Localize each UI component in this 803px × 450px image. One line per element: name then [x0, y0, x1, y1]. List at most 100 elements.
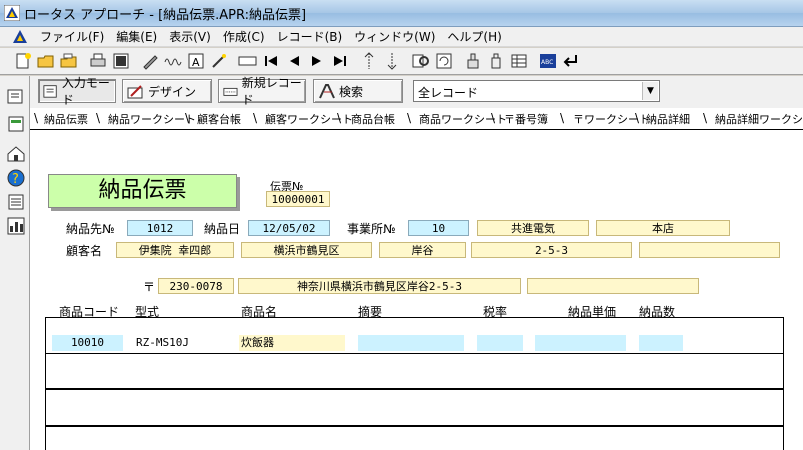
pen-icon[interactable] [139, 50, 161, 72]
tax-cell[interactable] [477, 335, 523, 351]
text-icon[interactable]: A [185, 50, 207, 72]
slip-no-field[interactable]: 10000001 [266, 191, 330, 207]
svg-text:ABC: ABC [541, 59, 553, 66]
sort-desc-icon[interactable] [381, 50, 403, 72]
report-view-icon[interactable] [6, 114, 26, 134]
table-row[interactable] [46, 391, 783, 427]
delivery-no-label: 納品先№ [66, 222, 115, 236]
preview-icon[interactable] [110, 50, 132, 72]
input-mode-icon [43, 85, 57, 98]
office-no-label: 事業所№ [347, 222, 396, 236]
tab-delivery-detail[interactable]: 納品詳細 [646, 111, 690, 127]
enter-icon[interactable] [560, 50, 582, 72]
view-select[interactable]: 全レコード ▼ [413, 80, 660, 102]
new-file-icon[interactable] [12, 50, 34, 72]
product-name-cell[interactable]: 炊飯器 [239, 335, 345, 351]
tab-delivery-worksheet[interactable]: 納品ワークシート [108, 111, 196, 127]
tab-customer-ledger[interactable]: 顧客台帳 [197, 111, 241, 127]
office-no-field[interactable]: 10 [408, 220, 469, 236]
customer-city-field[interactable]: 横浜市鶴見区 [241, 242, 372, 258]
customer-area-field[interactable]: 岸谷 [379, 242, 466, 258]
design-label: デザイン [148, 84, 197, 99]
bottle-icon[interactable] [485, 50, 507, 72]
title-bar: ロータス アプローチ - [納品伝票.APR:納品伝票] [0, 0, 803, 27]
next-record-icon[interactable] [306, 50, 328, 72]
find-icon[interactable] [410, 50, 432, 72]
quantity-cell[interactable] [639, 335, 683, 351]
tab-delivery-detail-worksheet[interactable]: 納品詳細ワークシート [715, 111, 803, 127]
new-record-button[interactable]: 新規レコード [218, 76, 306, 107]
table-row: 10010 RZ-MS10J 炊飯器 [46, 318, 783, 354]
design-button[interactable]: デザイン [122, 79, 212, 103]
wave-icon[interactable] [162, 50, 184, 72]
print-icon[interactable] [87, 50, 109, 72]
help-icon[interactable]: ? [6, 168, 26, 188]
customer-name-field[interactable]: 伊集院 幸四郎 [116, 242, 234, 258]
search-button[interactable]: 検索 [313, 79, 403, 103]
branch-field[interactable]: 本店 [596, 220, 730, 236]
menu-file[interactable]: ファイル(F) [34, 28, 110, 45]
input-mode-button[interactable]: 入力モード [38, 76, 116, 107]
menu-bar: ファイル(F) 編集(E) 表示(V) 作成(C) レコード(B) ウィンドウ(… [0, 27, 803, 47]
svg-text:A: A [192, 56, 200, 69]
note-cell[interactable] [358, 335, 464, 351]
address-field[interactable]: 神奈川県横浜市鶴見区岸谷2-5-3 [238, 278, 521, 294]
tab-delivery-slip[interactable]: 納品伝票 [44, 111, 88, 127]
menu-window[interactable]: ウィンドウ(W) [348, 28, 441, 45]
stamp-icon[interactable] [462, 50, 484, 72]
search-label: 検索 [339, 84, 364, 99]
svg-text:?: ? [12, 172, 19, 187]
model-cell[interactable]: RZ-MS10J [130, 335, 234, 351]
home-icon[interactable] [6, 144, 26, 164]
first-record-icon[interactable] [260, 50, 282, 72]
unit-price-cell[interactable] [535, 335, 626, 351]
address-extra-field[interactable] [527, 278, 699, 294]
form-view-icon[interactable] [6, 86, 26, 106]
postal-mark: 〒 [143, 280, 156, 294]
system-menu-icon[interactable] [12, 29, 28, 45]
menu-edit[interactable]: 編集(E) [110, 28, 163, 45]
new-record-label: 新規レコード [241, 76, 302, 107]
form-area: 納品伝票 伝票№ 10000001 納品先№ 1012 納品日 12/05/02… [30, 130, 803, 450]
input-mode-label: 入力モード [61, 76, 110, 107]
menu-help[interactable]: ヘルプ(H) [441, 28, 507, 45]
wand-icon[interactable] [208, 50, 230, 72]
delivery-no-field[interactable]: 1012 [127, 220, 193, 236]
customer-block-field[interactable]: 2-5-3 [471, 242, 632, 258]
postal-code-field[interactable]: 230-0078 [158, 278, 234, 294]
open-folder-icon[interactable] [35, 50, 57, 72]
delivery-date-field[interactable]: 12/05/02 [248, 220, 330, 236]
main-toolbar: A ABC [0, 48, 803, 75]
action-bar: 入力モード デザイン 新規レコード 検索 全レコード ▼ [30, 76, 803, 108]
crosstab-icon[interactable] [6, 216, 26, 236]
delivery-date-label: 納品日 [204, 222, 241, 236]
abc-icon[interactable]: ABC [537, 50, 559, 72]
view-select-value: 全レコード [418, 86, 479, 100]
detail-grid: 10010 RZ-MS10J 炊飯器 [45, 317, 784, 450]
customer-label: 顧客名 [66, 244, 103, 258]
menu-record[interactable]: レコード(B) [271, 28, 349, 45]
view-tabs: \ 納品伝票 \ 納品ワークシート \ 顧客台帳 \ 顧客ワークシート \ 商品… [30, 108, 803, 130]
menu-create[interactable]: 作成(C) [217, 28, 271, 45]
table-row[interactable] [46, 354, 783, 390]
tab-product-ledger[interactable]: 商品台帳 [351, 111, 395, 127]
open-folder-icon[interactable] [58, 50, 80, 72]
customer-extra-field[interactable] [639, 242, 780, 258]
grid-icon[interactable] [508, 50, 530, 72]
chevron-down-icon[interactable]: ▼ [642, 82, 658, 100]
refresh-icon[interactable] [433, 50, 455, 72]
window-title: ロータス アプローチ - [納品伝票.APR:納品伝票] [24, 7, 307, 23]
product-code-cell[interactable]: 10010 [52, 335, 123, 351]
tab-postal-directory[interactable]: 〒番号簿 [504, 111, 548, 127]
form-title: 納品伝票 [48, 174, 237, 208]
field-icon[interactable] [237, 50, 259, 72]
table-row[interactable] [46, 428, 783, 450]
design-icon [127, 85, 143, 99]
prev-record-icon[interactable] [283, 50, 305, 72]
last-record-icon[interactable] [329, 50, 351, 72]
menu-view[interactable]: 表示(V) [163, 28, 217, 45]
app-logo-icon [4, 5, 20, 21]
list-view-icon[interactable] [6, 192, 26, 212]
sort-asc-icon[interactable] [358, 50, 380, 72]
company-field[interactable]: 共進電気 [477, 220, 589, 236]
